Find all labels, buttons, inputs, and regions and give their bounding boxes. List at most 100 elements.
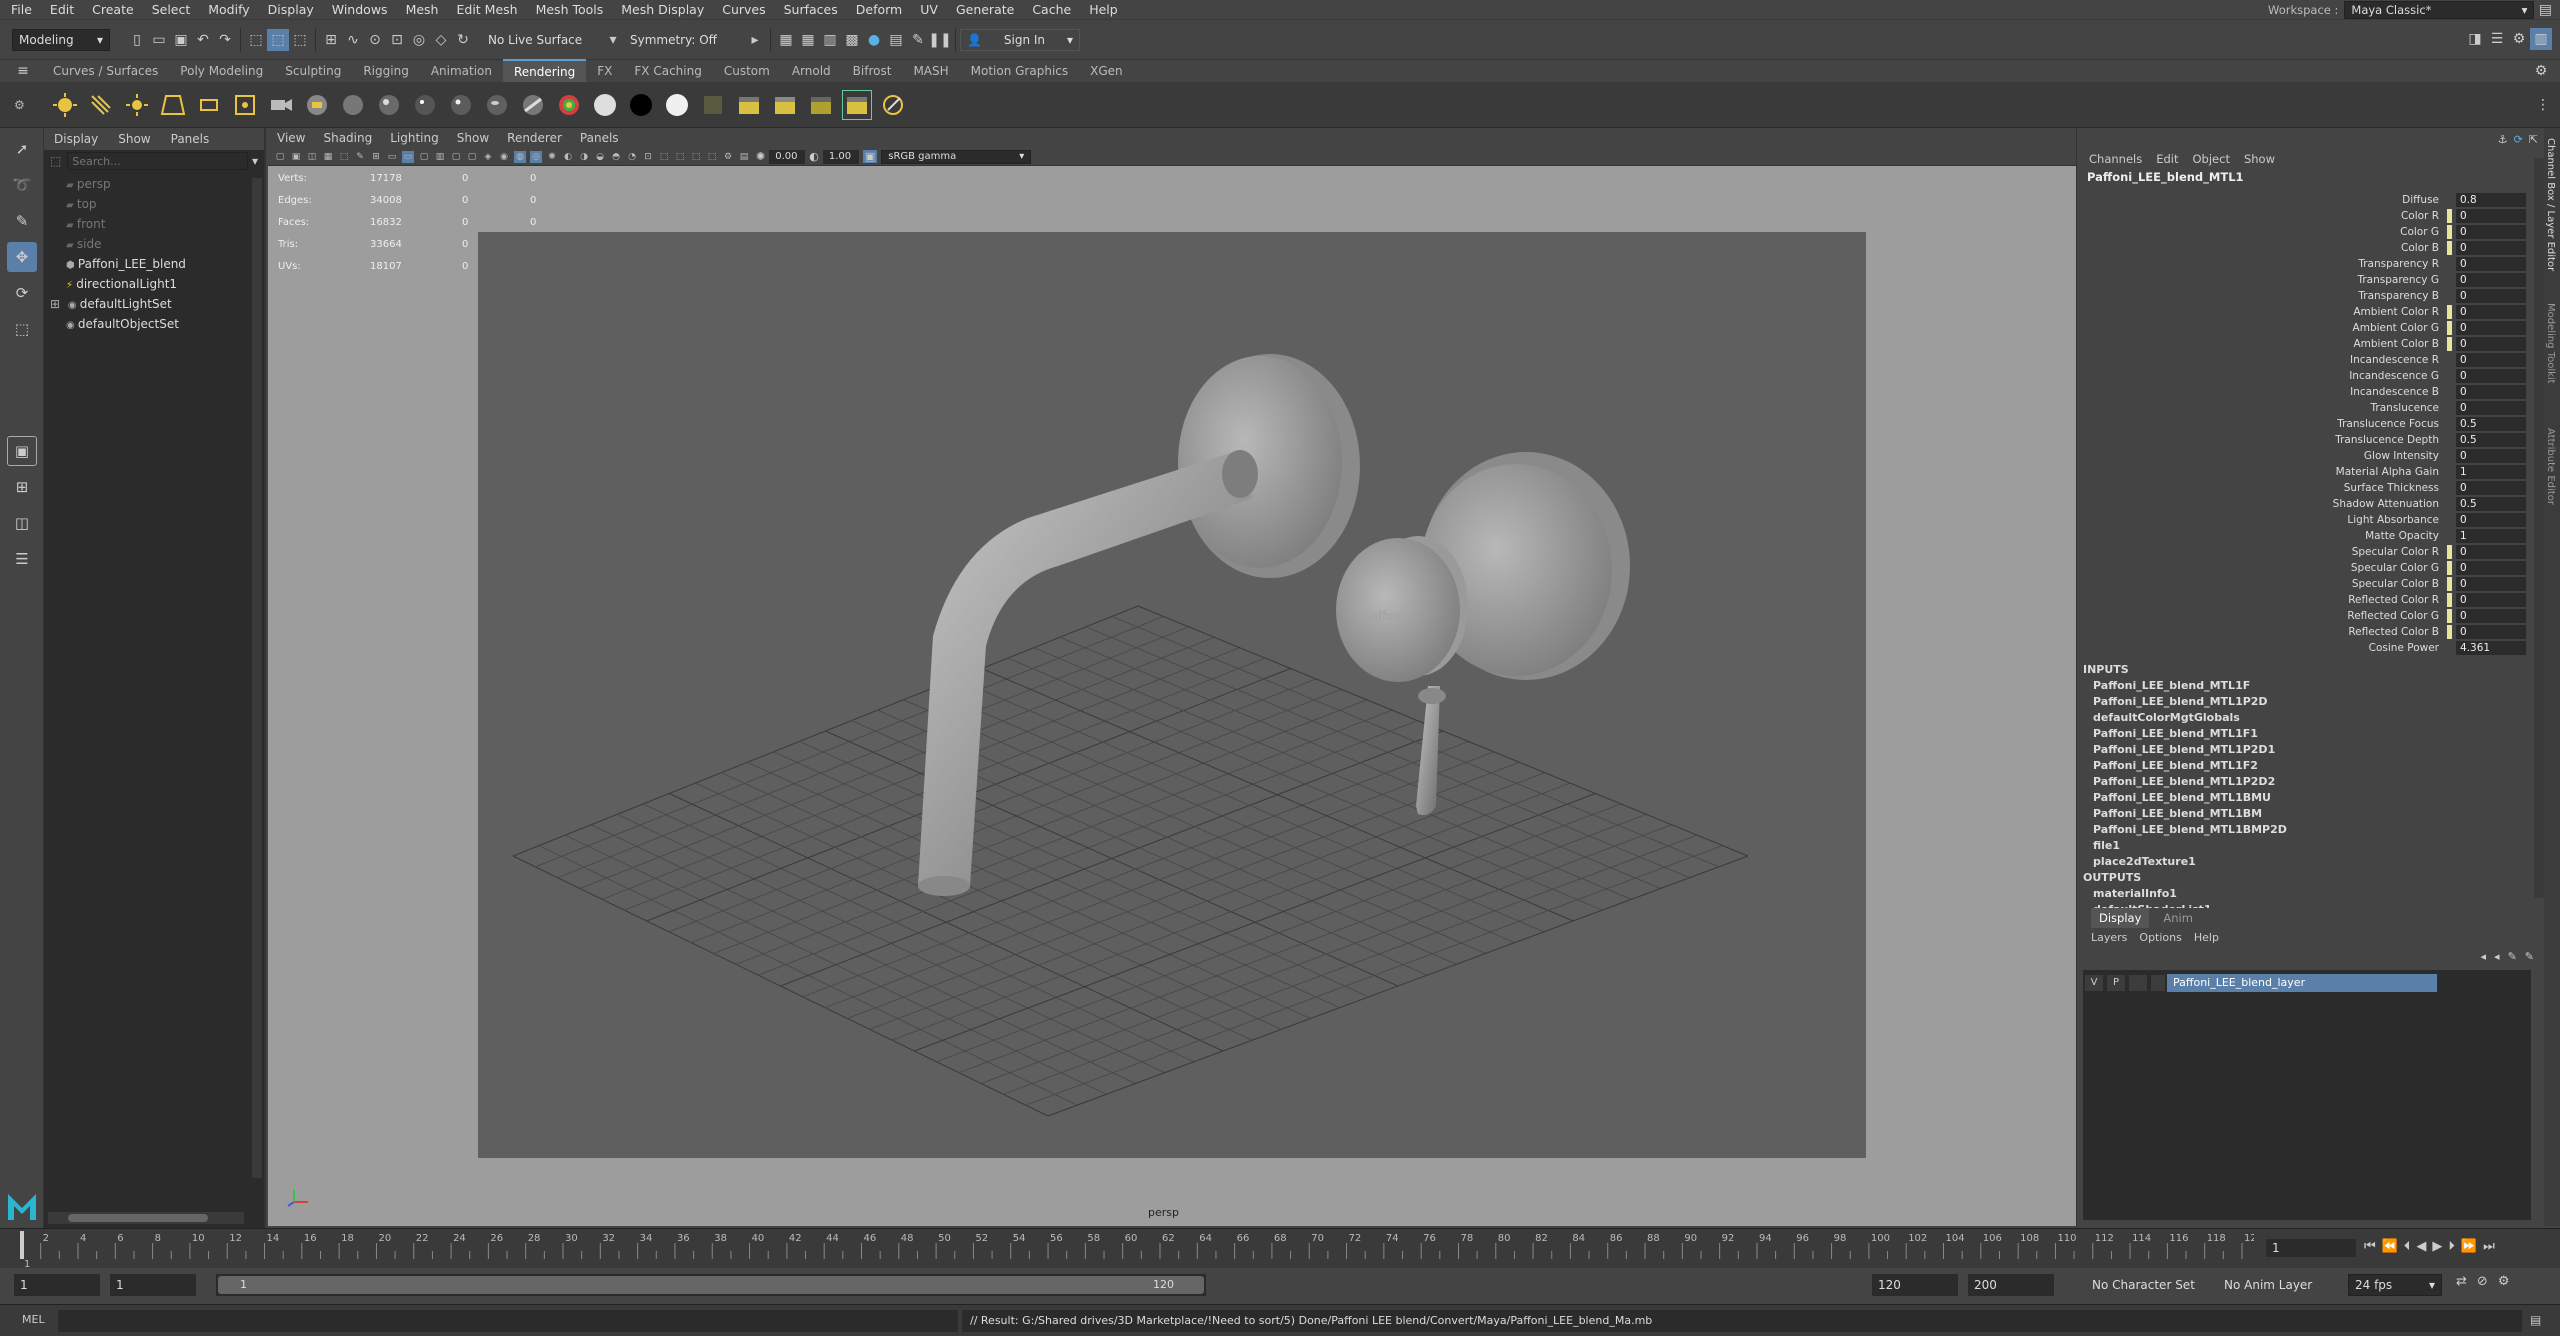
persp-viewport[interactable]: Verts: 17178 0 0 Edges: 34008 0 0 Faces: 16832 0 0 T…: [268, 166, 2076, 1226]
xray-icon[interactable]: ⬚: [658, 151, 670, 163]
attribute-editor-toggle-icon[interactable]: ☰: [2486, 28, 2508, 50]
layer-name[interactable]: Paffoni_LEE_blend_layer: [2167, 974, 2437, 992]
channel-row[interactable]: Diffuse 0.8: [2077, 192, 2544, 208]
shader-ramp-icon[interactable]: [554, 90, 584, 120]
channel-value[interactable]: 0.5: [2456, 497, 2526, 511]
play-backward-icon[interactable]: ◀: [2416, 1239, 2426, 1254]
fps-dropdown[interactable]: 24 fps ▾: [2348, 1274, 2442, 1296]
channel-value[interactable]: 0: [2456, 369, 2526, 383]
color-management-icon[interactable]: ▣: [862, 150, 878, 163]
exposure-field[interactable]: 0.00: [769, 149, 806, 164]
menu-deform[interactable]: Deform: [847, 0, 911, 20]
ipr-render-icon[interactable]: [770, 90, 800, 120]
shelf-menu-icon[interactable]: ≡: [12, 60, 34, 82]
viewport-menu-lighting[interactable]: Lighting: [381, 131, 448, 145]
play-forward-icon[interactable]: ▶: [2432, 1239, 2442, 1254]
view-transform-dropdown[interactable]: sRGB gamma ▾: [881, 149, 1032, 164]
area-light-icon[interactable]: [194, 90, 224, 120]
channel-value[interactable]: 0: [2456, 289, 2526, 303]
menu-edit[interactable]: Edit: [41, 0, 83, 20]
single-perspective-layout-icon[interactable]: ▣: [7, 436, 37, 466]
textured-icon[interactable]: ◎: [530, 150, 542, 163]
channel-value[interactable]: 0: [2456, 385, 2526, 399]
hypershade-icon[interactable]: ●: [863, 29, 885, 51]
directional-light-icon[interactable]: [86, 90, 116, 120]
step-forward-frame-icon[interactable]: ⏵: [2448, 1239, 2455, 1254]
new-layer-empty-icon[interactable]: ✎: [2508, 950, 2517, 963]
channel-row[interactable]: Reflected Color R 0: [2077, 592, 2544, 608]
loop-icon[interactable]: ⇄: [2456, 1274, 2467, 1289]
shelf-tab-fx[interactable]: FX: [586, 60, 623, 82]
menu-display[interactable]: Display: [259, 0, 323, 20]
gamma-icon[interactable]: ◐: [809, 150, 819, 163]
shelf-settings-icon[interactable]: ⚙: [14, 98, 25, 112]
shelf-tab-mash[interactable]: MASH: [902, 60, 959, 82]
input-node[interactable]: Paffoni_LEE_blend_MTL1F1: [2077, 726, 2544, 742]
create-camera-icon[interactable]: [266, 90, 296, 120]
safe-action-icon[interactable]: ▢: [450, 151, 462, 163]
channel-row[interactable]: Shadow Attenuation 0.5: [2077, 496, 2544, 512]
input-node[interactable]: defaultColorMgtGlobals: [2077, 710, 2544, 726]
xray-joints-icon[interactable]: ⬚: [674, 151, 686, 163]
time-slider[interactable]: 1 2 4 6 8 10 12 14 16 18 20 22 24 26 28 30 32 34 36 38 40 42 4…: [0, 1228, 2560, 1269]
channel-box-toggle-icon[interactable]: ▥: [2530, 28, 2552, 50]
grid-icon[interactable]: ⊞: [370, 151, 382, 163]
channel-row[interactable]: Ambient Color G 0: [2077, 320, 2544, 336]
menu-windows[interactable]: Windows: [323, 0, 397, 20]
depth-of-field-icon[interactable]: ◔: [626, 151, 638, 163]
select-hierarchy-icon[interactable]: ⬚: [245, 29, 267, 51]
channel-box-scrollbar[interactable]: [2534, 158, 2544, 898]
save-scene-icon[interactable]: ▣: [170, 29, 192, 51]
new-scene-icon[interactable]: ▯: [126, 29, 148, 51]
animation-prefs-icon[interactable]: ⚙: [2498, 1274, 2510, 1289]
shader-layered-icon[interactable]: [518, 90, 548, 120]
channel-row[interactable]: Incandescence G 0: [2077, 368, 2544, 384]
channels-menu-channels[interactable]: Channels: [2089, 152, 2156, 166]
step-back-key-icon[interactable]: ⏪: [2382, 1239, 2398, 1254]
channel-row[interactable]: Color R 0: [2077, 208, 2544, 224]
move-layer-down-icon[interactable]: ◂: [2494, 950, 2500, 963]
viewport-menu-panels[interactable]: Panels: [571, 131, 628, 145]
scene-end-field[interactable]: 200: [1968, 1274, 2054, 1296]
shelf-tab-arnold[interactable]: Arnold: [781, 60, 842, 82]
layer-menu-help[interactable]: Help: [2194, 931, 2231, 944]
shelf-tab-fx-caching[interactable]: FX Caching: [623, 60, 712, 82]
lasso-tool-icon[interactable]: ➰: [7, 170, 37, 200]
channel-value[interactable]: 0.5: [2456, 433, 2526, 447]
layer-color-swatch[interactable]: [2151, 975, 2165, 991]
shader-anisotropic-icon[interactable]: [482, 90, 512, 120]
menu-mesh-display[interactable]: Mesh Display: [612, 0, 713, 20]
snap-surface-icon[interactable]: ◎: [408, 29, 430, 51]
channel-row[interactable]: Specular Color B 0: [2077, 576, 2544, 592]
channel-row[interactable]: Color B 0: [2077, 240, 2544, 256]
point-light-icon[interactable]: [122, 90, 152, 120]
channel-row[interactable]: Matte Opacity 1: [2077, 528, 2544, 544]
menu-uv[interactable]: UV: [911, 0, 947, 20]
resolution-gate-icon[interactable]: ▭: [402, 150, 414, 163]
scale-tool-icon[interactable]: ⬚: [7, 314, 37, 344]
select-camera-icon[interactable]: ▢: [274, 151, 286, 163]
channel-row[interactable]: Reflected Color G 0: [2077, 608, 2544, 624]
channel-value[interactable]: 0: [2456, 241, 2526, 255]
channel-value[interactable]: 0: [2456, 545, 2526, 559]
shader-shadow-icon[interactable]: [662, 90, 692, 120]
outliner-menu-display[interactable]: Display: [44, 132, 108, 146]
auto-key-icon[interactable]: ⊘: [2477, 1274, 2488, 1289]
layer-row[interactable]: V P Paffoni_LEE_blend_layer: [2085, 974, 2529, 992]
tool-settings-toggle-icon[interactable]: ⚙: [2508, 28, 2530, 50]
viewport-menu-renderer[interactable]: Renderer: [498, 131, 571, 145]
channel-row[interactable]: Translucence Depth 0.5: [2077, 432, 2544, 448]
menu-help[interactable]: Help: [1080, 0, 1127, 20]
isolate-select-icon[interactable]: ⊡: [642, 151, 654, 163]
layer-menu-layers[interactable]: Layers: [2091, 931, 2139, 944]
symmetry-dropdown[interactable]: Symmetry: Off: [624, 29, 744, 51]
render-frame-icon[interactable]: ▦: [775, 29, 797, 51]
volume-light-icon[interactable]: [230, 90, 260, 120]
channels-menu-edit[interactable]: Edit: [2156, 152, 2192, 166]
channel-value[interactable]: 0: [2456, 353, 2526, 367]
sign-in-button[interactable]: 👤 Sign In ▾: [960, 29, 1080, 51]
film-gate-icon[interactable]: ▭: [386, 151, 398, 163]
command-input[interactable]: [58, 1310, 958, 1332]
field-chart-icon[interactable]: ▥: [434, 151, 446, 163]
shelf-tab-sculpting[interactable]: Sculpting: [274, 60, 352, 82]
